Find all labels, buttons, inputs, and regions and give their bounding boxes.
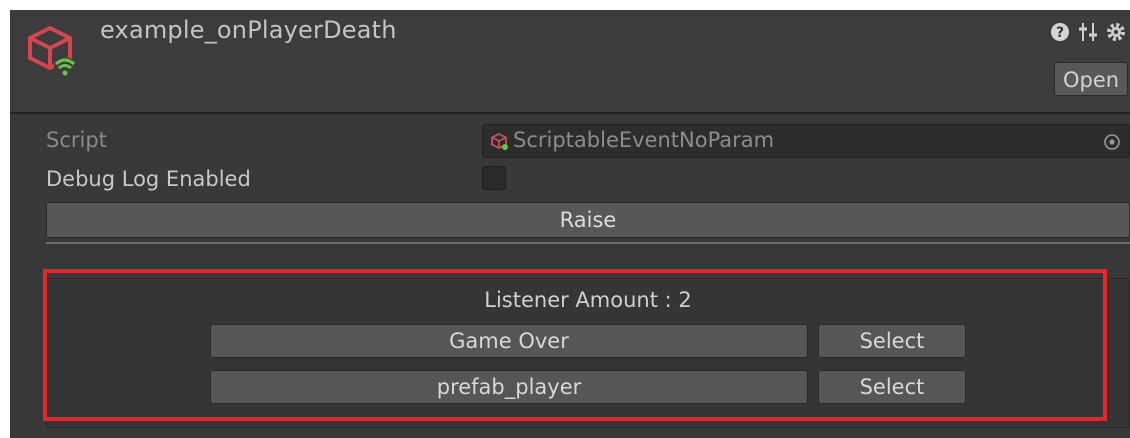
open-button[interactable]: Open: [1054, 62, 1128, 96]
script-object-field[interactable]: ScriptableEventNoParam: [482, 124, 1130, 158]
header-tools: ?: [1040, 20, 1130, 44]
listener-amount-text: Listener Amount : 2: [484, 288, 692, 312]
preset-sliders-icon[interactable]: [1076, 20, 1100, 44]
script-value: ScriptableEventNoParam: [513, 128, 775, 152]
scriptable-event-icon: [491, 133, 508, 150]
debug-log-label: Debug Log Enabled: [46, 167, 251, 191]
raise-button[interactable]: Raise: [46, 202, 1130, 238]
listener-item-button[interactable]: Game Over: [210, 324, 808, 358]
settings-icon[interactable]: [1104, 20, 1128, 44]
inspector-header: example_onPlayerDeath ? Open: [10, 10, 1130, 114]
svg-text:?: ?: [1056, 25, 1064, 41]
listener-amount: Listener Amount : 2: [10, 288, 1130, 312]
object-picker-icon[interactable]: [1103, 133, 1121, 151]
asset-title: example_onPlayerDeath: [100, 16, 397, 44]
listener-item-button[interactable]: prefab_player: [210, 370, 808, 404]
scriptable-event-icon: [28, 26, 76, 79]
inspector-panel: example_onPlayerDeath ? Open Script Scri…: [10, 10, 1130, 438]
debug-log-checkbox[interactable]: [482, 166, 506, 190]
script-label: Script: [46, 128, 107, 152]
select-button[interactable]: Select: [818, 324, 966, 358]
select-button[interactable]: Select: [818, 370, 966, 404]
divider: [46, 242, 1130, 244]
help-icon[interactable]: ?: [1048, 20, 1072, 44]
